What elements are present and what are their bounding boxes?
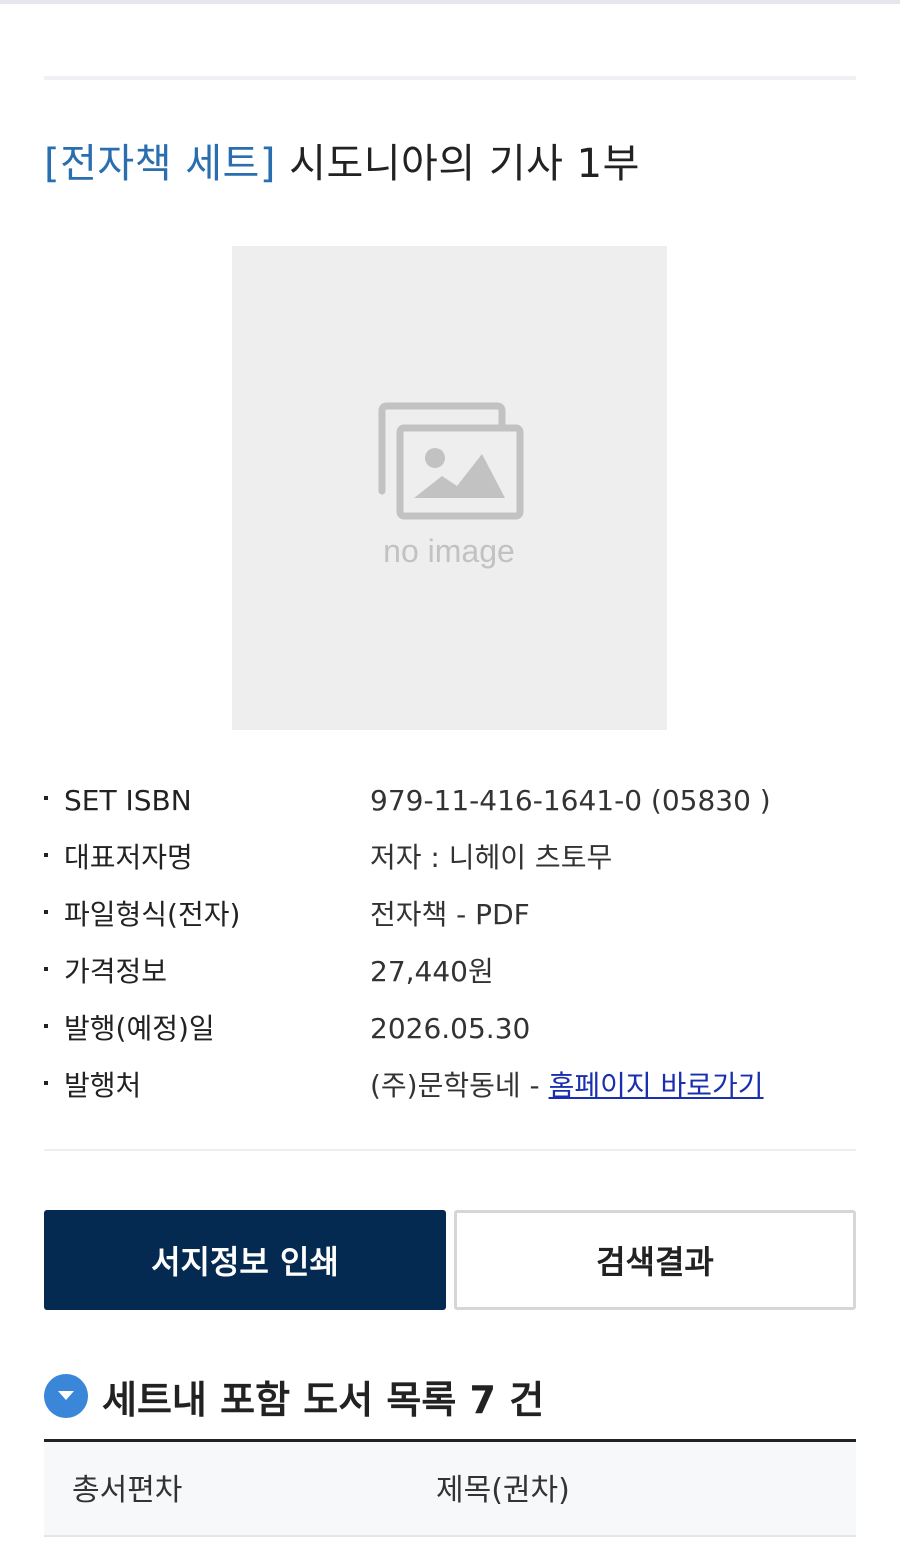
title-prefix: [전자책 세트] [44,141,276,187]
meta-value: 2026.05.30 [370,1012,531,1045]
set-list-heading: 세트내 포함 도서 목록 7 건 [102,1377,545,1422]
meta-value: 전자책 - PDF [370,898,530,931]
chevron-down-icon[interactable] [44,1374,88,1418]
top-border [0,0,900,4]
column-header-title: 제목(권차) [436,1473,570,1508]
bullet [44,967,48,971]
set-list-header: 세트내 포함 도서 목록 7 건 [44,1366,856,1426]
meta-row-author: 대표저자명 저자 : 니헤이 츠토무 [44,829,856,886]
bullet [44,1081,48,1085]
set-list-table-header: 총서편차 제목(권차) [44,1439,856,1537]
meta-value: (주)문학동네 - 홈페이지 바로가기 [370,1057,764,1114]
publisher-homepage-link[interactable]: 홈페이지 바로가기 [549,1069,764,1102]
meta-label: 가격정보 [64,955,168,988]
search-results-button[interactable]: 검색결과 [454,1210,856,1310]
meta-row-isbn: SET ISBN 979-11-416-1641-0 (05830 ) [44,772,856,829]
bullet [44,796,48,800]
page-title: [전자책 세트] 시도니아의 기사 1부 [44,132,856,196]
publisher-name: (주)문학동네 - [370,1069,549,1102]
meta-value: 979-11-416-1641-0 (05830 ) [370,784,771,817]
no-image-icon: no image [378,402,524,569]
meta-row-publisher: 발행처 (주)문학동네 - 홈페이지 바로가기 [44,1057,856,1114]
section-divider [44,1149,856,1151]
column-header-series: 총서편차 [72,1473,183,1508]
bullet [44,1024,48,1028]
meta-label: 발행(예정)일 [64,1012,215,1045]
book-title: 시도니아의 기사 1부 [289,141,640,187]
no-image-label: no image [383,533,515,569]
bullet [44,853,48,857]
book-metadata: SET ISBN 979-11-416-1641-0 (05830 ) 대표저자… [44,772,856,1114]
meta-label: 발행처 [64,1069,142,1102]
meta-value: 저자 : 니헤이 츠토무 [370,841,613,874]
meta-row-publish-date: 발행(예정)일 2026.05.30 [44,1000,856,1057]
meta-row-format: 파일형식(전자) 전자책 - PDF [44,886,856,943]
meta-label: 파일형식(전자) [64,898,241,931]
meta-label: SET ISBN [64,784,192,817]
print-bibliography-button[interactable]: 서지정보 인쇄 [44,1210,446,1310]
meta-row-price: 가격정보 27,440원 [44,943,856,1000]
meta-value: 27,440원 [370,955,494,988]
book-cover-placeholder: no image [232,246,667,730]
header-divider [44,76,856,80]
bullet [44,910,48,914]
meta-label: 대표저자명 [64,841,193,874]
